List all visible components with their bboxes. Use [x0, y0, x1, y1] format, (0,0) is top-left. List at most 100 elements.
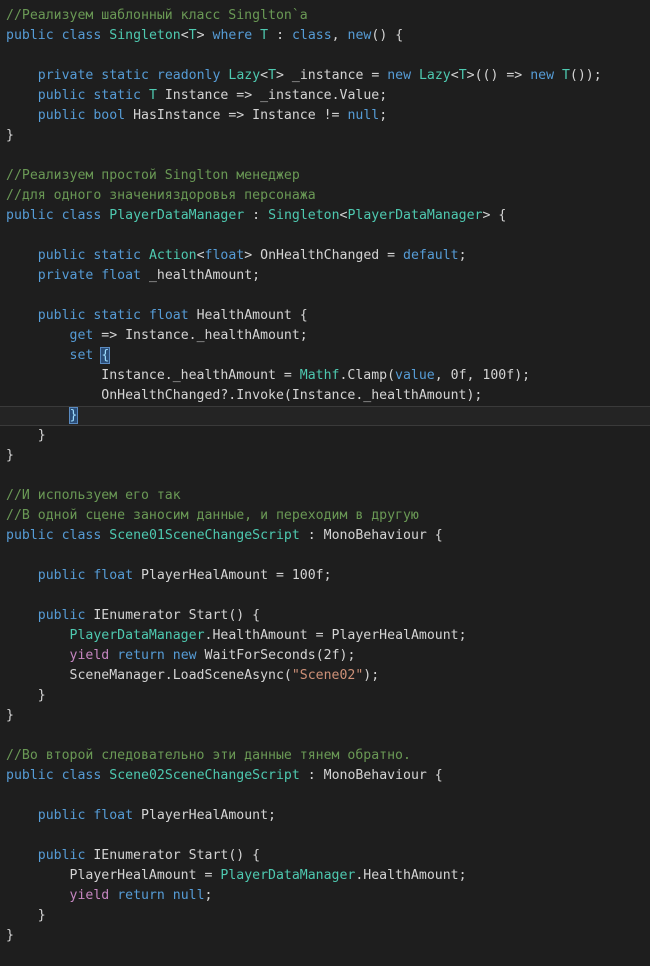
code-line[interactable]: public class PlayerDataManager : Singlet…: [0, 206, 650, 226]
code-line[interactable]: //Во второй следовательно эти данные тян…: [0, 746, 650, 766]
code-line[interactable]: public class Scene02SceneChangeScript : …: [0, 766, 650, 786]
code-line[interactable]: //И используем его так: [0, 486, 650, 506]
code-token-pln: }: [6, 708, 14, 723]
code-line[interactable]: }: [0, 906, 650, 926]
code-token-pln: OnHealthChanged?.Invoke(Instance._health…: [6, 388, 483, 403]
code-line[interactable]: set {: [0, 346, 650, 366]
code-token-pln: [141, 248, 149, 263]
code-token-typ: Scene02SceneChangeScript: [109, 768, 300, 783]
code-line[interactable]: OnHealthChanged?.Invoke(Instance._health…: [0, 386, 650, 406]
code-token-pln: [54, 528, 62, 543]
code-token-num: 0f: [450, 368, 467, 383]
code-token-kw: set: [69, 348, 94, 363]
code-token-kw: float: [93, 568, 134, 583]
code-line[interactable]: PlayerHealAmount = PlayerDataManager.Hea…: [0, 866, 650, 886]
code-token-pln: [6, 108, 38, 123]
code-token-pln: [554, 68, 562, 83]
code-token-pln: );: [363, 668, 380, 683]
code-line[interactable]: SceneManager.LoadSceneAsync("Scene02");: [0, 666, 650, 686]
code-token-kw: float: [93, 808, 134, 823]
code-token-pln: [109, 648, 117, 663]
code-line[interactable]: PlayerDataManager.HealthAmount = PlayerH…: [0, 626, 650, 646]
code-line[interactable]: }: [0, 706, 650, 726]
code-line[interactable]: [0, 146, 650, 166]
code-line[interactable]: [0, 46, 650, 66]
code-token-pln: Start() {: [180, 608, 261, 623]
code-token-kw: float: [204, 248, 245, 263]
code-line[interactable]: public IEnumerator Start() {: [0, 846, 650, 866]
code-token-typ: T: [268, 68, 277, 83]
code-line[interactable]: [0, 226, 650, 246]
code-token-kw: public: [6, 768, 54, 783]
code-token-pln: .HealthAmount;: [355, 868, 467, 883]
code-token-pln: <: [450, 68, 459, 83]
code-token-pln: {: [426, 768, 443, 783]
code-token-pln: [6, 268, 38, 283]
code-token-kw: public: [37, 568, 86, 583]
code-line[interactable]: public static float HealthAmount {: [0, 306, 650, 326]
code-line-current[interactable]: }: [0, 406, 650, 426]
code-line[interactable]: //В одной сцене заносим данные, и перехо…: [0, 506, 650, 526]
code-token-kw: public: [37, 808, 86, 823]
code-token-num: 100f: [482, 368, 515, 383]
code-token-kw: new: [387, 68, 412, 83]
code-line[interactable]: [0, 586, 650, 606]
code-token-pln: :: [244, 208, 269, 223]
code-line[interactable]: //Реализуем простой Singlton менеджер: [0, 166, 650, 186]
code-line[interactable]: //Реализуем шаблонный класс Singlton`a: [0, 6, 650, 26]
code-editor[interactable]: //Реализуем шаблонный класс Singlton`a pu…: [0, 0, 650, 960]
code-line[interactable]: [0, 466, 650, 486]
code-token-brace-match: {: [100, 347, 111, 364]
code-token-pln: >: [196, 28, 213, 43]
code-line[interactable]: public static T Instance => _instance.Va…: [0, 86, 650, 106]
code-line[interactable]: [0, 286, 650, 306]
code-token-pln: PlayerHealAmount;: [133, 808, 276, 823]
code-token-pln: ;: [379, 108, 388, 123]
code-text-area[interactable]: //Реализуем шаблонный класс Singlton`a pu…: [0, 6, 650, 966]
code-line[interactable]: Instance._healthAmount = Mathf.Clamp(val…: [0, 366, 650, 386]
code-line[interactable]: [0, 726, 650, 746]
code-token-pln: [6, 308, 38, 323]
code-token-pln: [6, 248, 38, 263]
code-line[interactable]: public static Action<float> OnHealthChan…: [0, 246, 650, 266]
code-line[interactable]: public class Singleton<T> where T : clas…: [0, 26, 650, 46]
code-token-kw: class: [61, 528, 102, 543]
code-token-pln: ;: [323, 568, 332, 583]
code-line[interactable]: yield return new WaitForSeconds(2f);: [0, 646, 650, 666]
code-line[interactable]: private float _healthAmount;: [0, 266, 650, 286]
code-token-brace-match: }: [68, 407, 79, 424]
code-line[interactable]: [0, 946, 650, 966]
code-token-pln: [54, 28, 62, 43]
code-line[interactable]: public bool HasInstance => Instance != n…: [0, 106, 650, 126]
code-line[interactable]: public IEnumerator Start() {: [0, 606, 650, 626]
code-token-kw: public: [6, 28, 54, 43]
code-token-pln: [149, 68, 157, 83]
code-line[interactable]: }: [0, 926, 650, 946]
code-line[interactable]: [0, 786, 650, 806]
code-line[interactable]: }: [0, 686, 650, 706]
code-token-str: "Scene02": [291, 668, 364, 683]
code-line[interactable]: [0, 826, 650, 846]
code-line[interactable]: [0, 546, 650, 566]
code-line[interactable]: }: [0, 126, 650, 146]
code-token-pln: [6, 328, 70, 343]
code-line[interactable]: yield return null;: [0, 886, 650, 906]
code-line[interactable]: public float PlayerHealAmount;: [0, 806, 650, 826]
code-line[interactable]: }: [0, 446, 650, 466]
code-token-pln: HasInstance => Instance !=: [125, 108, 348, 123]
code-token-pln: [6, 68, 38, 83]
code-token-pln: [6, 408, 70, 423]
code-line[interactable]: //для одного значенияздоровья персонажа: [0, 186, 650, 206]
code-token-cmt: //Во второй следовательно эти данные тян…: [6, 748, 411, 763]
code-token-kw: return: [117, 888, 165, 903]
code-token-kw: readonly: [156, 68, 221, 83]
code-token-pln: [6, 628, 70, 643]
code-line[interactable]: get => Instance._healthAmount;: [0, 326, 650, 346]
code-token-cmt: //И используем его так: [6, 488, 181, 503]
code-line[interactable]: public class Scene01SceneChangeScript : …: [0, 526, 650, 546]
code-token-kw: class: [61, 768, 102, 783]
code-line[interactable]: }: [0, 426, 650, 446]
code-line[interactable]: public float PlayerHealAmount = 100f;: [0, 566, 650, 586]
code-line[interactable]: private static readonly Lazy<T> _instanc…: [0, 66, 650, 86]
code-token-kw: private: [37, 268, 94, 283]
